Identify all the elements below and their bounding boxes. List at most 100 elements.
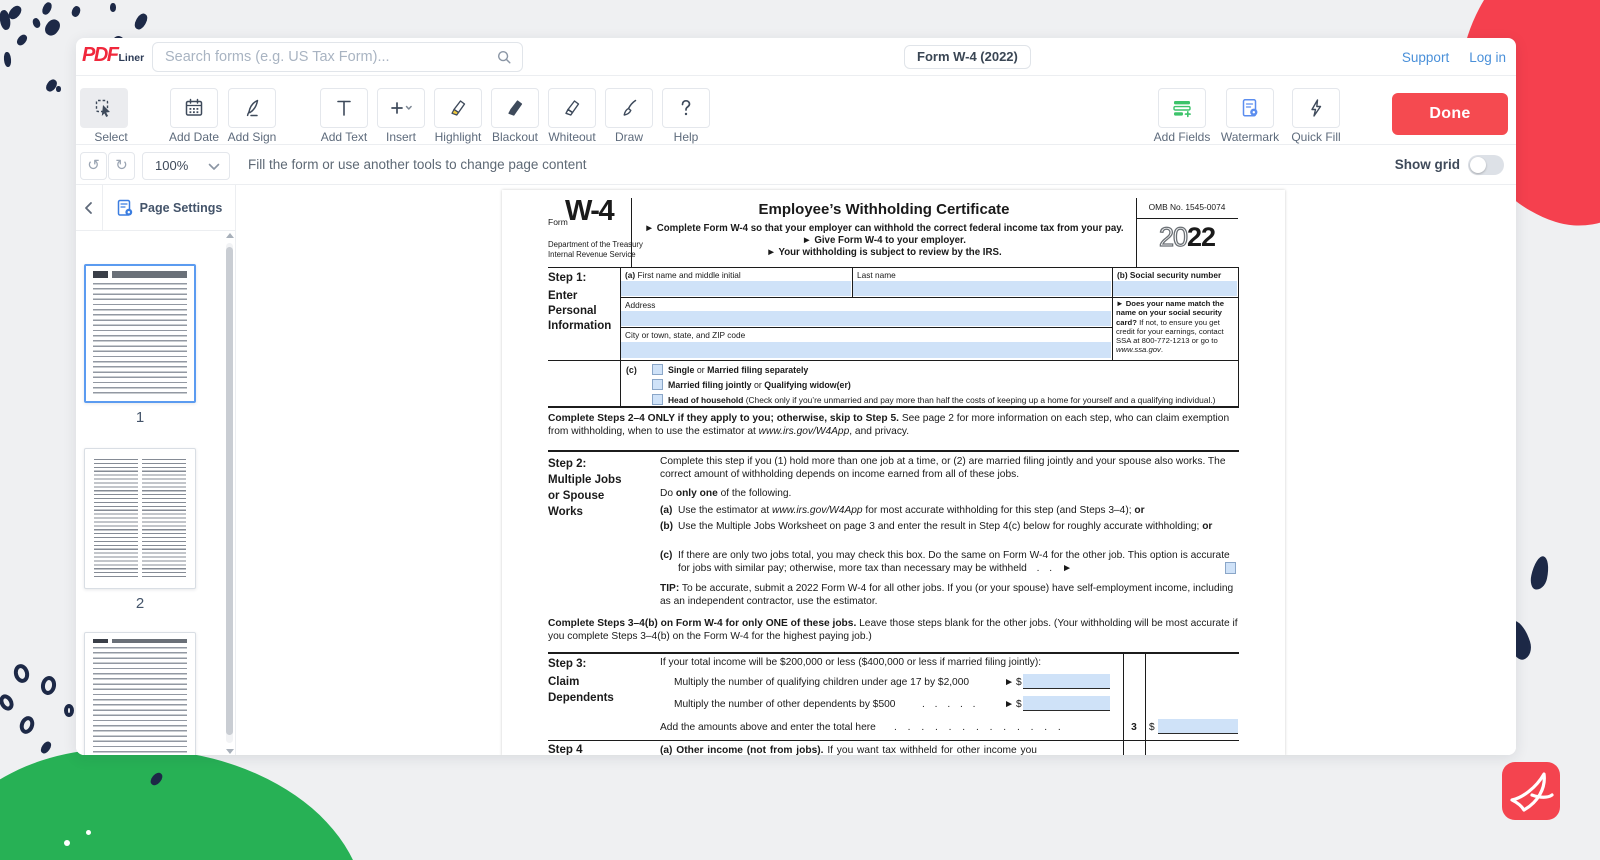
two-jobs-checkbox[interactable] [1225, 562, 1237, 574]
logo-liner-text: Liner [119, 52, 145, 64]
step3-title: Step 3: [548, 658, 586, 670]
step3-line2-text: Multiply the number of other dependents … [674, 698, 895, 711]
question-icon [675, 97, 697, 119]
decor-ring [17, 714, 36, 736]
sidebar-scrollbar-thumb[interactable] [226, 247, 233, 735]
ssa-note-end: . [1161, 345, 1163, 354]
page-thumbnail-3[interactable] [84, 632, 196, 755]
rule [548, 360, 1239, 361]
highlight-brush-icon [447, 97, 469, 119]
first-name-label: (a) First name and middle initial [625, 270, 741, 280]
page-settings-button[interactable]: Page Settings [103, 185, 235, 231]
filing-option-1: Single or Married filing separately [668, 365, 808, 375]
first-name-input[interactable] [621, 281, 851, 296]
rule [548, 450, 1239, 452]
step2-paragraph-1: Complete this step if you (1) hold more … [660, 455, 1238, 481]
page-thumbnail-1[interactable] [84, 264, 196, 403]
help-button[interactable] [662, 88, 710, 128]
step3-line-number: 3 [1123, 721, 1145, 734]
quick-fill-button[interactable] [1292, 88, 1340, 128]
omb-underline [1136, 218, 1238, 219]
decor-dot [41, 1, 54, 16]
ssa-note: ► Does your name match the name on your … [1116, 299, 1235, 355]
search-input[interactable] [165, 43, 485, 71]
add-text-button[interactable] [320, 88, 368, 128]
search-icon[interactable] [496, 49, 512, 65]
watermark-icon [1239, 97, 1261, 119]
support-link[interactable]: Support [1402, 50, 1449, 65]
s2c-arrow: ► [1062, 563, 1072, 574]
add-fields-button[interactable] [1158, 88, 1206, 128]
steps34-note: Complete Steps 3–4(b) on Form W-4 for on… [548, 617, 1239, 643]
s2a-pre: Use the estimator at [678, 505, 772, 516]
select-tool-label: Select [76, 130, 146, 144]
scroll-up-arrow[interactable] [226, 233, 234, 238]
decor-ring [64, 704, 74, 717]
city-input[interactable] [621, 342, 1111, 358]
thumbnail-content [93, 647, 187, 755]
highlight-button[interactable] [434, 88, 482, 128]
insert-button[interactable] [377, 88, 425, 128]
step3-sub1: Claim [548, 676, 579, 688]
page-number-2: 2 [84, 595, 196, 612]
pdfliner-logo[interactable]: PDFLiner [82, 44, 150, 70]
filing-tag: (c) [626, 365, 637, 375]
dependents-amount-input[interactable] [1023, 696, 1110, 711]
last-name-input[interactable] [853, 281, 1111, 296]
show-grid-toggle[interactable] [1468, 155, 1504, 175]
s2a-post: for most accurate withholding for this s… [863, 505, 1135, 516]
opt3-bold: Head of household [668, 395, 743, 405]
header-divider [631, 198, 632, 267]
search-box [152, 42, 523, 72]
step2-paragraph-2: Do only one of the following. [660, 487, 791, 500]
p2a: Do [660, 488, 676, 499]
blackout-button[interactable] [491, 88, 539, 128]
whiteout-button[interactable] [548, 88, 596, 128]
select-tool-button[interactable] [80, 88, 128, 128]
redo-button[interactable]: ↻ [108, 152, 135, 180]
draw-button[interactable] [605, 88, 653, 128]
undo-button[interactable]: ↺ [80, 152, 107, 180]
done-button[interactable]: Done [1392, 93, 1508, 135]
document-canvas: Form W-4 Department of the Treasury Inte… [236, 185, 1516, 755]
add-date-button[interactable] [170, 88, 218, 128]
head-household-checkbox[interactable] [652, 394, 663, 405]
add-sign-button[interactable] [228, 88, 276, 128]
decor-dot [42, 17, 62, 38]
step2b-tag: (b) [660, 520, 673, 533]
omb-number: OMB No. 1545-0074 [1137, 202, 1237, 212]
city-label: City or town, state, and ZIP code [625, 330, 745, 340]
steps24-bold: Complete Steps 2–4 ONLY if they apply to… [548, 413, 899, 424]
sub-toolbar: ↺ ↻ 100% Fill the form or use another to… [76, 145, 1516, 185]
p2b: only one [676, 488, 718, 499]
step3-line1-text: Multiply the number of qualifying childr… [674, 676, 969, 689]
single-checkbox[interactable] [652, 364, 663, 375]
rule [1238, 267, 1239, 406]
page-number-1: 1 [84, 409, 196, 426]
lightning-icon [1305, 97, 1327, 119]
step2b-text: Use the Multiple Jobs Worksheet on page … [678, 520, 1234, 533]
step2c-text: If there are only two jobs total, you ma… [678, 549, 1234, 575]
pdf-logo-badge [1502, 762, 1560, 820]
scroll-down-arrow[interactable] [226, 749, 234, 754]
step1-sub1: Enter [548, 290, 577, 302]
add-fields-label: Add Fields [1147, 130, 1217, 144]
login-link[interactable]: Log in [1469, 50, 1506, 65]
page-thumbnail-2[interactable] [84, 448, 196, 589]
married-jointly-checkbox[interactable] [652, 379, 663, 390]
steps24-link: www.irs.gov/W4App [759, 426, 850, 437]
step3-intro: If your total income will be $200,000 or… [660, 656, 1120, 669]
watermark-button[interactable] [1226, 88, 1274, 128]
rule [620, 327, 1113, 328]
children-amount-input[interactable] [1023, 674, 1110, 689]
total-amount-input[interactable] [1158, 719, 1238, 734]
watermark-label: Watermark [1215, 130, 1285, 144]
zoom-select[interactable]: 100% [142, 152, 230, 180]
a-tag: (a) [625, 270, 635, 280]
opt2-bold1: Married filing jointly [668, 380, 752, 390]
address-input[interactable] [621, 311, 1111, 326]
ssn-input[interactable] [1113, 281, 1237, 296]
collapse-sidebar-button[interactable] [76, 185, 103, 231]
thumbnail-content [93, 271, 187, 278]
form-bullet-2: ► Give Form W-4 to your employer. [634, 235, 1134, 246]
